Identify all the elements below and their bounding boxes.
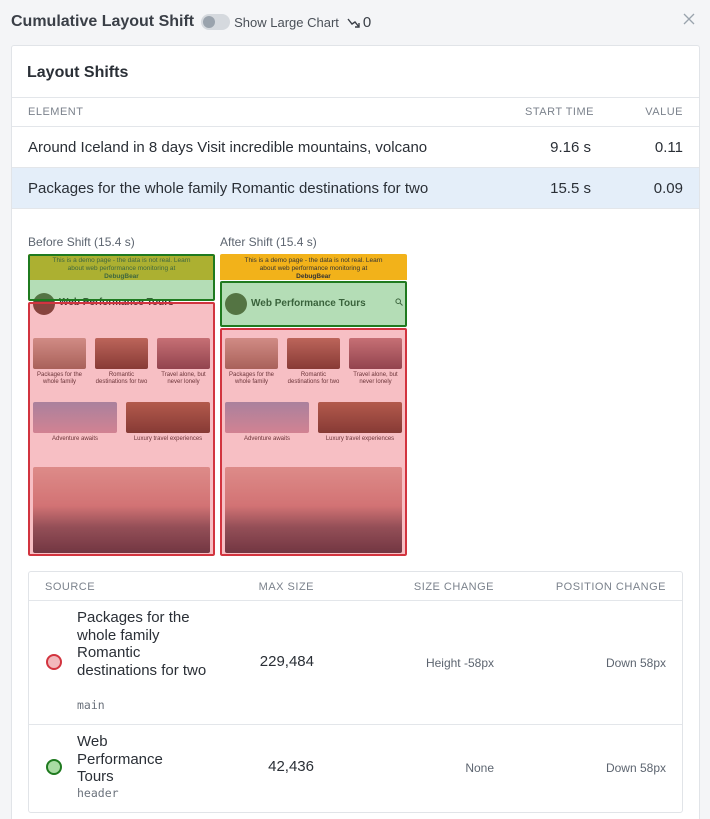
- source-max-size: 229,484: [259, 653, 314, 670]
- panel-title: Layout Shifts: [27, 64, 129, 81]
- source-row[interactable]: Packages for the whole family Romantic d…: [29, 601, 682, 724]
- col-start-time: START TIME: [525, 106, 594, 118]
- top-bar: Cumulative Layout Shift Show Large Chart…: [0, 0, 710, 44]
- source-position-change: Down 58px: [605, 761, 666, 775]
- shift-start-time: 9.16 s: [550, 138, 591, 156]
- trend-value: 0: [362, 13, 372, 31]
- header-shift-overlay: [220, 281, 407, 327]
- trend-indicator: 0: [347, 14, 371, 31]
- banner-brand: DebugBear: [296, 273, 331, 280]
- large-chart-toggle[interactable]: [201, 14, 231, 30]
- source-tag: main: [77, 698, 105, 712]
- header-shift-overlay: [28, 254, 215, 301]
- source-size-change: None: [465, 761, 494, 775]
- after-shift-label: After Shift (15.4 s): [220, 235, 317, 249]
- source-row[interactable]: Web Performance Tours header 42,436 None…: [29, 725, 682, 813]
- source-position-change: Down 58px: [605, 656, 666, 670]
- source-name: Packages for the whole family Romantic d…: [77, 609, 207, 679]
- col-element: ELEMENT: [28, 106, 84, 118]
- col-size-change: SIZE CHANGE: [413, 581, 494, 593]
- shift-value: 0.11: [654, 138, 683, 156]
- col-source: SOURCE: [45, 581, 96, 593]
- shift-start-time: 15.5 s: [550, 179, 591, 197]
- banner-line: about web performance monitoring at: [259, 265, 368, 272]
- source-color-dot: [46, 759, 62, 775]
- close-icon[interactable]: [682, 13, 696, 27]
- main-shift-overlay: [28, 302, 215, 556]
- shift-value: 0.09: [653, 179, 683, 197]
- page-title: Cumulative Layout Shift: [11, 13, 195, 30]
- trend-down-icon: [347, 18, 360, 28]
- demo-banner: This is a demo page - the data is not re…: [220, 254, 407, 280]
- before-shift-label: Before Shift (15.4 s): [28, 235, 135, 249]
- layout-shifts-panel: Layout Shifts ELEMENT START TIME VALUE A…: [11, 45, 700, 819]
- sources-table: SOURCE MAX SIZE SIZE CHANGE POSITION CHA…: [28, 571, 683, 813]
- after-shift-screenshot: This is a demo page - the data is not re…: [220, 254, 407, 556]
- toggle-label[interactable]: Show Large Chart: [234, 15, 339, 30]
- col-max-size: MAX SIZE: [258, 581, 314, 593]
- shift-element: Around Iceland in 8 days Visit incredibl…: [28, 138, 428, 156]
- banner-line: This is a demo page - the data is not re…: [244, 257, 383, 264]
- source-size-change: Height -58px: [425, 656, 494, 670]
- source-tag: header: [77, 786, 119, 800]
- source-name: Web Performance Tours: [77, 733, 163, 785]
- main-shift-overlay: [220, 328, 407, 556]
- col-position-change: POSITION CHANGE: [555, 581, 666, 593]
- divider: [12, 97, 699, 98]
- before-shift-screenshot: This is a demo page - the data is not re…: [28, 254, 215, 556]
- toggle-knob: [203, 16, 216, 28]
- shift-element: Packages for the whole family Romantic d…: [28, 179, 429, 197]
- source-color-dot: [46, 654, 62, 670]
- shift-row[interactable]: Around Iceland in 8 days Visit incredibl…: [12, 127, 699, 167]
- col-value: VALUE: [645, 106, 683, 118]
- divider: [12, 208, 699, 209]
- source-max-size: 42,436: [268, 758, 314, 775]
- shift-row-selected[interactable]: Packages for the whole family Romantic d…: [12, 168, 699, 208]
